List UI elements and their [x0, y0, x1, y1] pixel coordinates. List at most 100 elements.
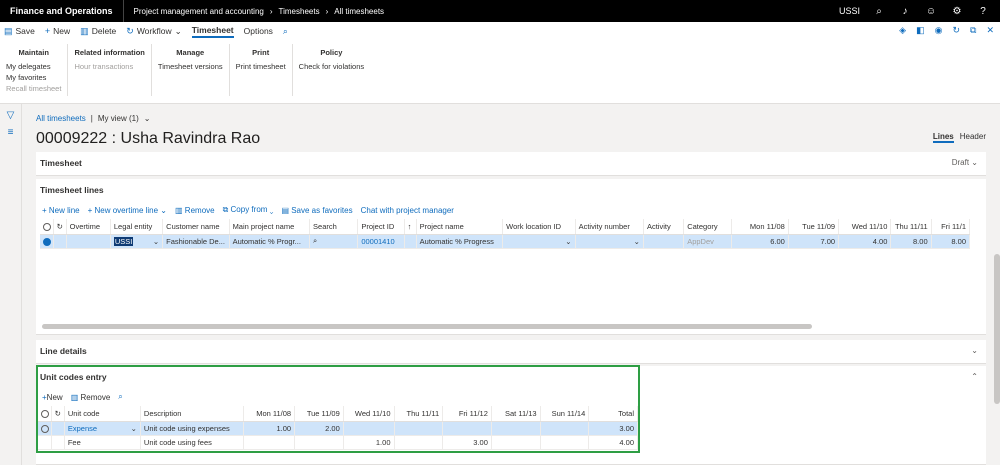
unit-code-cell[interactable]: Expense ⌄ [64, 421, 141, 436]
table-row[interactable]: Expense ⌄ Unit code using expenses 1.00 2… [38, 421, 638, 436]
column-header[interactable]: Thu 11/11 [394, 406, 444, 422]
office-icon[interactable]: ◧ [916, 25, 925, 36]
fasttab-header[interactable]: Timesheet lines [36, 179, 986, 201]
qty-cell[interactable]: 1.00 [343, 435, 395, 450]
project-id-cell[interactable]: 00001410 [357, 234, 405, 249]
hours-cell[interactable]: 6.00 [731, 234, 789, 249]
chevron-down-icon[interactable]: ⌄ [565, 237, 571, 246]
column-header[interactable]: Main project name [229, 219, 311, 235]
company-picker[interactable]: USSI [839, 6, 860, 16]
list-icon[interactable]: ≡ [0, 127, 21, 138]
column-header[interactable]: Sat 11/13 [491, 406, 541, 422]
chat-project-manager-button[interactable]: Chat with project manager [361, 206, 454, 215]
vertical-scrollbar[interactable] [994, 254, 1000, 404]
column-header[interactable]: Wed 11/10 [343, 406, 395, 422]
select-all-checkbox[interactable] [38, 406, 52, 422]
table-row[interactable]: USSI ⌄ Fashionable De... Automatic % Prog… [40, 234, 971, 249]
tab-options[interactable]: Options [244, 26, 273, 36]
save-button[interactable]: ▤ Save [4, 26, 35, 37]
qty-cell[interactable] [442, 421, 492, 436]
new-overtime-line-button[interactable]: + New overtime line ⌄ [88, 206, 167, 215]
fasttab-header[interactable]: Unit codes entry ⌃ [36, 366, 986, 388]
column-header[interactable]: Activity number [575, 219, 644, 235]
select-all-checkbox[interactable] [40, 219, 54, 235]
horizontal-scrollbar[interactable] [42, 324, 812, 329]
help-icon[interactable]: ? [976, 6, 990, 17]
qty-cell[interactable] [540, 435, 590, 450]
tab-lines[interactable]: Lines [932, 132, 954, 143]
tab-header[interactable]: Header [960, 132, 986, 143]
my-favorites-button[interactable]: My favorites [6, 72, 61, 83]
qty-cell[interactable] [343, 421, 395, 436]
settings-gear-icon[interactable]: ⚙ [950, 6, 964, 17]
search-cell[interactable]: ⌕ [309, 234, 359, 249]
filter-icon[interactable]: ▽ [0, 110, 21, 121]
column-header[interactable]: Total [588, 406, 638, 422]
copy-from-button[interactable]: ⧉ Copy from ⌄ [223, 205, 274, 215]
search-icon[interactable]: ⌕ [118, 392, 122, 402]
refresh-icon[interactable]: ↻ [952, 25, 960, 36]
chevron-down-icon[interactable]: ⌄ [131, 424, 137, 433]
activity-number-cell[interactable]: ⌄ [575, 234, 644, 249]
tab-timesheet[interactable]: Timesheet [191, 25, 234, 38]
column-header[interactable]: Wed 11/10 [838, 219, 892, 235]
print-timesheet-button[interactable]: Print timesheet [236, 61, 286, 72]
column-header[interactable]: Fri 11/1 [931, 219, 971, 235]
qty-cell[interactable]: 1.00 [243, 421, 296, 436]
search-icon[interactable]: ⌕ [872, 6, 886, 17]
popout-icon[interactable]: ⧉ [970, 25, 976, 36]
description-cell[interactable]: Unit code using fees [140, 435, 245, 450]
check-violations-button[interactable]: Check for violations [299, 61, 364, 72]
project-name-cell[interactable]: Automatic % Progress [416, 234, 504, 249]
notification-bell-icon[interactable]: ♪ [898, 6, 912, 17]
breadcrumb-item[interactable]: Timesheets [279, 7, 320, 16]
hours-cell[interactable]: 7.00 [788, 234, 840, 249]
column-header[interactable]: Tue 11/09 [294, 406, 344, 422]
workflow-button[interactable]: ↻ Workflow ⌄ [126, 26, 181, 37]
chevron-down-icon[interactable]: ⌄ [634, 237, 640, 246]
my-delegates-button[interactable]: My delegates [6, 61, 61, 72]
customer-cell[interactable]: Fashionable De... [162, 234, 230, 249]
row-checkbox[interactable] [38, 421, 52, 436]
column-header[interactable]: Unit code [64, 406, 141, 422]
chevron-up-icon[interactable]: ⌃ [971, 372, 978, 381]
unit-code-cell[interactable]: Fee [64, 435, 141, 450]
diamond-icon[interactable]: ◈ [899, 25, 906, 36]
hour-transactions-button[interactable]: Hour transactions [74, 61, 144, 72]
breadcrumb-item[interactable]: All timesheets [334, 7, 384, 16]
column-header[interactable]: Mon 11/08 [731, 219, 789, 235]
row-checkbox[interactable] [38, 435, 52, 450]
qty-cell[interactable] [243, 435, 296, 450]
sort-arrow-icon[interactable]: ↑ [404, 219, 417, 235]
column-header[interactable]: Thu 11/11 [890, 219, 932, 235]
column-header[interactable]: Fri 11/12 [442, 406, 492, 422]
column-header[interactable]: Category [683, 219, 733, 235]
category-cell[interactable]: AppDev [683, 234, 733, 249]
qty-cell[interactable] [394, 435, 444, 450]
hours-cell[interactable]: 8.00 [890, 234, 932, 249]
column-header[interactable]: Project name [416, 219, 504, 235]
chevron-down-icon[interactable]: ⌄ [144, 114, 151, 123]
legal-entity-cell[interactable]: USSI ⌄ [110, 234, 164, 249]
feedback-smiley-icon[interactable]: ☺ [924, 6, 938, 17]
new-line-button[interactable]: + New line [42, 206, 80, 215]
column-header[interactable]: Description [140, 406, 245, 422]
new-button[interactable]: + New [45, 26, 70, 36]
attachment-badge-icon[interactable]: ◉ [935, 25, 943, 36]
qty-cell[interactable] [394, 421, 444, 436]
main-project-cell[interactable]: Automatic % Progr... [229, 234, 311, 249]
row-checkbox[interactable] [40, 234, 54, 249]
refresh-icon[interactable]: ↻ [51, 406, 65, 422]
view-selector[interactable]: My view (1) [98, 114, 139, 123]
chevron-down-icon[interactable]: ⌄ [153, 237, 159, 246]
chevron-down-icon[interactable]: ⌄ [971, 346, 978, 355]
hours-cell[interactable]: 8.00 [931, 234, 971, 249]
column-header[interactable]: Activity [643, 219, 685, 235]
column-header[interactable]: Sun 11/14 [540, 406, 590, 422]
activity-cell[interactable] [643, 234, 685, 249]
table-row[interactable]: Fee Unit code using fees 1.00 3.00 4.00 [38, 435, 638, 450]
timesheet-versions-button[interactable]: Timesheet versions [158, 61, 223, 72]
description-cell[interactable]: Unit code using expenses [140, 421, 245, 436]
column-header[interactable]: Mon 11/08 [243, 406, 296, 422]
qty-cell[interactable]: 2.00 [294, 421, 344, 436]
